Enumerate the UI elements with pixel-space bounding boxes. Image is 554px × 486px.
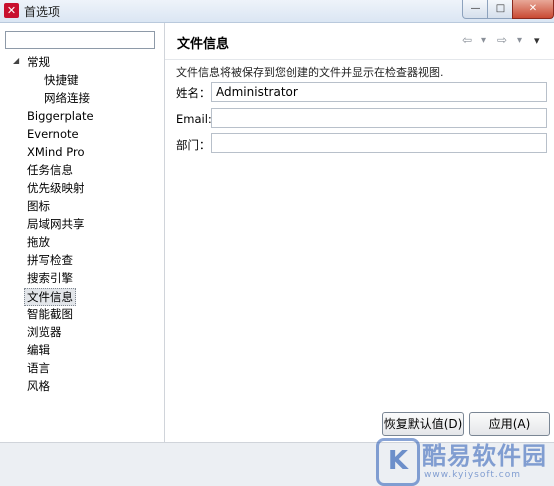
- minimize-button[interactable]: —: [462, 0, 489, 19]
- tree-item-icons[interactable]: 图标: [27, 198, 50, 214]
- email-label: Email:: [176, 112, 212, 126]
- tree-item-shortcuts[interactable]: 快捷键: [44, 72, 79, 88]
- maximize-button[interactable]: □: [487, 0, 514, 19]
- preferences-sidebar: ◢ 常规 快捷键 网络连接 Biggerplate Evernote XMind…: [0, 23, 165, 442]
- department-field[interactable]: [211, 133, 547, 153]
- window-title: 首选项: [24, 5, 61, 19]
- tree-item-biggerplate[interactable]: Biggerplate: [27, 108, 94, 124]
- watermark-text: 酷易软件园: [422, 442, 547, 470]
- expand-arrow-icon[interactable]: ◢: [13, 56, 19, 65]
- tree-item-language[interactable]: 语言: [27, 360, 50, 376]
- tree-item-xmind-pro[interactable]: XMind Pro: [27, 144, 84, 160]
- department-label: 部门：: [176, 138, 211, 152]
- forward-arrow-icon[interactable]: ⇨: [497, 33, 507, 47]
- back-arrow-icon[interactable]: ⇦: [462, 33, 472, 47]
- watermark-logo: K 酷易软件园 www.kyiysoft.com: [372, 432, 554, 486]
- tree-item-lan-share[interactable]: 局域网共享: [27, 216, 85, 232]
- xmind-logo-icon: ✕: [4, 3, 19, 18]
- tree-item-network[interactable]: 网络连接: [44, 90, 90, 106]
- page-title: 文件信息: [177, 37, 230, 52]
- close-button[interactable]: ✕: [512, 0, 554, 19]
- watermark-url: www.kyiysoft.com: [424, 470, 521, 480]
- tree-item-drag-drop[interactable]: 拖放: [27, 234, 50, 250]
- filter-input[interactable]: [5, 31, 155, 49]
- tree-item-search-engine[interactable]: 搜索引擎: [27, 270, 73, 286]
- name-label: 姓名：: [176, 86, 211, 100]
- watermark-mark: K: [376, 438, 420, 486]
- file-info-panel: 文件信息 ⇦ ▾ ⇨ ▾ ▾ 文件信息将被保存到您创建的文件并显示在检查器视图.…: [165, 23, 554, 442]
- tree-item-editing[interactable]: 编辑: [27, 342, 50, 358]
- email-field[interactable]: [211, 108, 547, 128]
- tree-item-spell-check[interactable]: 拼写检查: [27, 252, 73, 268]
- tree-item-task-info[interactable]: 任务信息: [27, 162, 73, 178]
- tree-item-smart-capture[interactable]: 智能截图: [27, 306, 73, 322]
- tree-item-priority-map[interactable]: 优先级映射: [27, 180, 85, 196]
- tree-item-file-info[interactable]: 文件信息: [24, 288, 76, 306]
- tree-item-style[interactable]: 风格: [27, 378, 50, 394]
- tree-item-browser[interactable]: 浏览器: [27, 324, 62, 340]
- tree-item-evernote[interactable]: Evernote: [27, 126, 79, 142]
- name-field[interactable]: [211, 82, 547, 102]
- description-text: 文件信息将被保存到您创建的文件并显示在检查器视图.: [176, 66, 444, 79]
- header-divider: [165, 59, 554, 60]
- forward-dropdown-icon[interactable]: ▾: [517, 35, 522, 46]
- tree-item-general[interactable]: 常规: [27, 54, 50, 70]
- title-bar: ✕ 首选项 — □ ✕: [0, 0, 554, 23]
- view-menu-icon[interactable]: ▾: [534, 34, 540, 47]
- back-dropdown-icon[interactable]: ▾: [481, 35, 486, 46]
